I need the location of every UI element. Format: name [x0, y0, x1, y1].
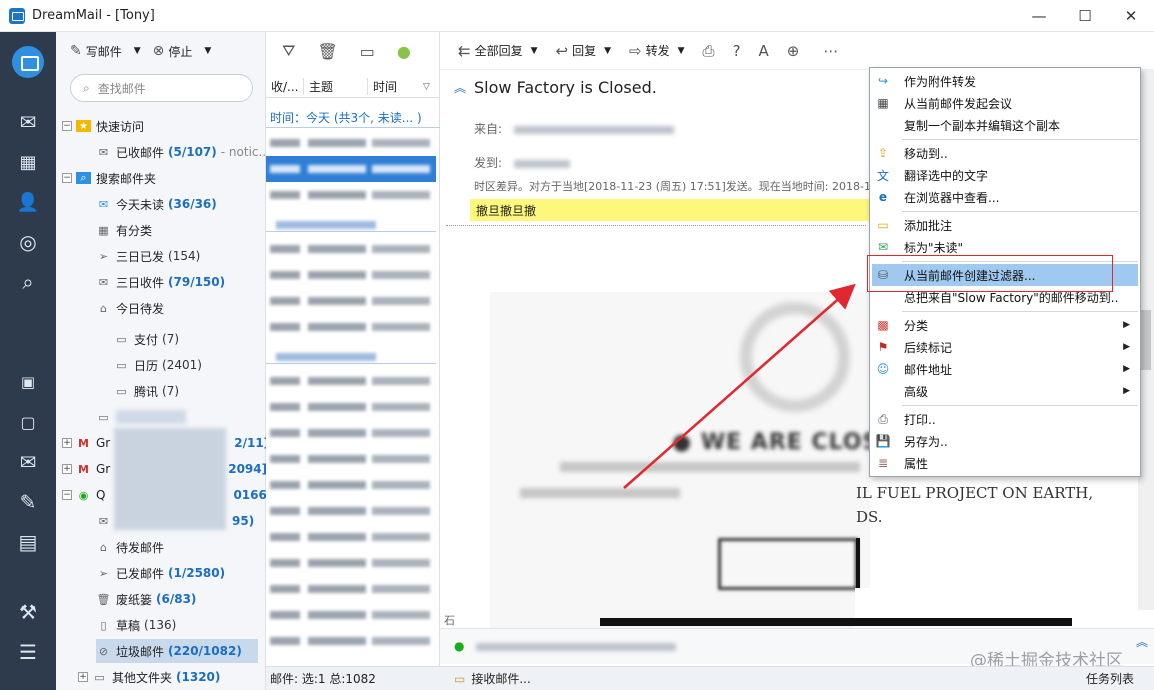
- annotation-arrow: [623, 283, 856, 489]
